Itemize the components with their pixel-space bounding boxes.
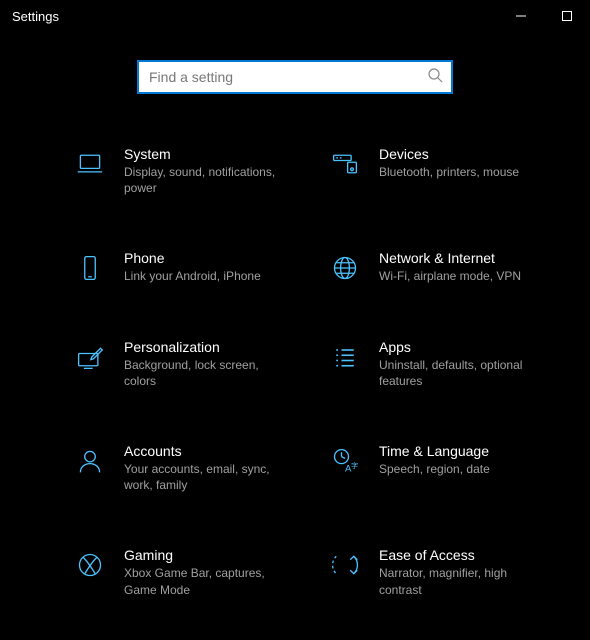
category-desc: Link your Android, iPhone [124, 268, 261, 284]
search-input[interactable] [149, 69, 427, 85]
search-icon [427, 67, 443, 88]
devices-icon [329, 148, 361, 180]
phone-icon [74, 252, 106, 284]
category-ease-of-access[interactable]: Ease of Access Narrator, magnifier, high… [329, 547, 568, 597]
category-text: Devices Bluetooth, printers, mouse [379, 146, 519, 180]
category-desc: Xbox Game Bar, captures, Game Mode [124, 565, 284, 597]
category-desc: Your accounts, email, sync, work, family [124, 461, 284, 493]
category-text: Accounts Your accounts, email, sync, wor… [124, 443, 284, 493]
category-text: Personalization Background, lock screen,… [124, 339, 284, 389]
category-desc: Speech, region, date [379, 461, 490, 477]
category-text: Time & Language Speech, region, date [379, 443, 490, 477]
category-title: Phone [124, 250, 261, 266]
category-title: Accounts [124, 443, 284, 459]
window-controls [498, 0, 590, 32]
search-box[interactable] [137, 60, 453, 94]
category-title: Personalization [124, 339, 284, 355]
category-personalization[interactable]: Personalization Background, lock screen,… [74, 339, 313, 389]
category-desc: Uninstall, defaults, optional features [379, 357, 539, 389]
ease-of-access-icon [329, 549, 361, 581]
categories-grid: System Display, sound, notifications, po… [0, 146, 590, 598]
category-desc: Wi-Fi, airplane mode, VPN [379, 268, 521, 284]
time-language-icon: A字 [329, 445, 361, 477]
category-text: Network & Internet Wi-Fi, airplane mode,… [379, 250, 521, 284]
maximize-button[interactable] [544, 0, 590, 32]
search-container [0, 60, 590, 94]
category-text: Gaming Xbox Game Bar, captures, Game Mod… [124, 547, 284, 597]
category-title: Devices [379, 146, 519, 162]
category-text: System Display, sound, notifications, po… [124, 146, 284, 196]
category-devices[interactable]: Devices Bluetooth, printers, mouse [329, 146, 568, 196]
globe-icon [329, 252, 361, 284]
category-title: Gaming [124, 547, 284, 563]
category-text: Apps Uninstall, defaults, optional featu… [379, 339, 539, 389]
titlebar: Settings [0, 0, 590, 32]
category-gaming[interactable]: Gaming Xbox Game Bar, captures, Game Mod… [74, 547, 313, 597]
category-apps[interactable]: Apps Uninstall, defaults, optional featu… [329, 339, 568, 389]
category-desc: Bluetooth, printers, mouse [379, 164, 519, 180]
laptop-icon [74, 148, 106, 180]
pen-monitor-icon [74, 341, 106, 373]
category-desc: Display, sound, notifications, power [124, 164, 284, 196]
category-system[interactable]: System Display, sound, notifications, po… [74, 146, 313, 196]
minimize-icon [516, 11, 526, 21]
category-accounts[interactable]: Accounts Your accounts, email, sync, wor… [74, 443, 313, 493]
category-title: Ease of Access [379, 547, 539, 563]
category-text: Ease of Access Narrator, magnifier, high… [379, 547, 539, 597]
list-icon [329, 341, 361, 373]
category-text: Phone Link your Android, iPhone [124, 250, 261, 284]
category-title: Apps [379, 339, 539, 355]
category-title: System [124, 146, 284, 162]
category-desc: Narrator, magnifier, high contrast [379, 565, 539, 597]
category-network[interactable]: Network & Internet Wi-Fi, airplane mode,… [329, 250, 568, 284]
category-desc: Background, lock screen, colors [124, 357, 284, 389]
category-phone[interactable]: Phone Link your Android, iPhone [74, 250, 313, 284]
category-title: Network & Internet [379, 250, 521, 266]
minimize-button[interactable] [498, 0, 544, 32]
xbox-icon [74, 549, 106, 581]
svg-text:字: 字 [351, 461, 358, 470]
person-icon [74, 445, 106, 477]
window-title: Settings [12, 9, 59, 24]
category-time-language[interactable]: A字 Time & Language Speech, region, date [329, 443, 568, 493]
category-title: Time & Language [379, 443, 490, 459]
maximize-icon [562, 11, 572, 21]
